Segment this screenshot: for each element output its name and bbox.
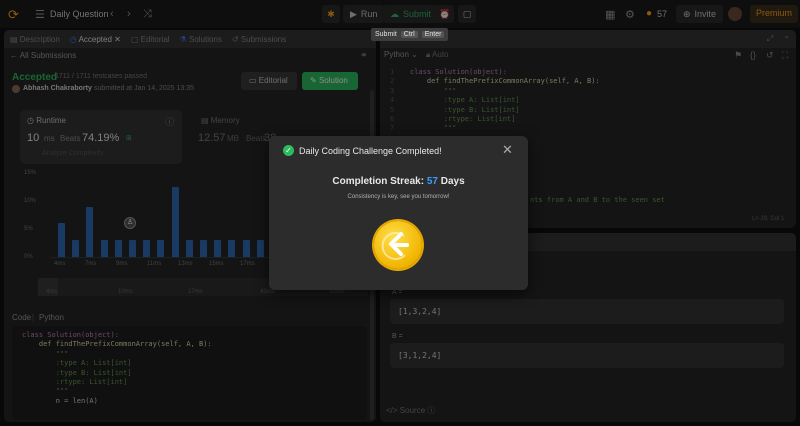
leetcode-coin-logo-icon xyxy=(381,231,409,260)
streak-value: 57 xyxy=(426,176,438,187)
tooltip-key: Enter xyxy=(421,31,445,38)
streak-unit: Days xyxy=(440,176,465,187)
coin-badge-icon xyxy=(374,221,422,269)
streak-label: Completion Streak: xyxy=(332,176,425,187)
tooltip-key: Ctrl xyxy=(400,31,418,38)
streak-line: Completion Streak: 57 Days xyxy=(269,176,528,187)
tooltip-label: Submit xyxy=(375,31,397,38)
modal-title: Daily Coding Challenge Completed! xyxy=(299,146,442,156)
submit-tooltip: Submit Ctrl Enter xyxy=(371,28,449,41)
daily-challenge-modal: ✓ Daily Coding Challenge Completed! ✕ Co… xyxy=(269,136,528,290)
success-check-icon: ✓ xyxy=(283,145,294,156)
modal-message: Consistency is key, see you tomorrow! xyxy=(347,194,450,200)
close-icon[interactable]: ✕ xyxy=(502,142,513,158)
